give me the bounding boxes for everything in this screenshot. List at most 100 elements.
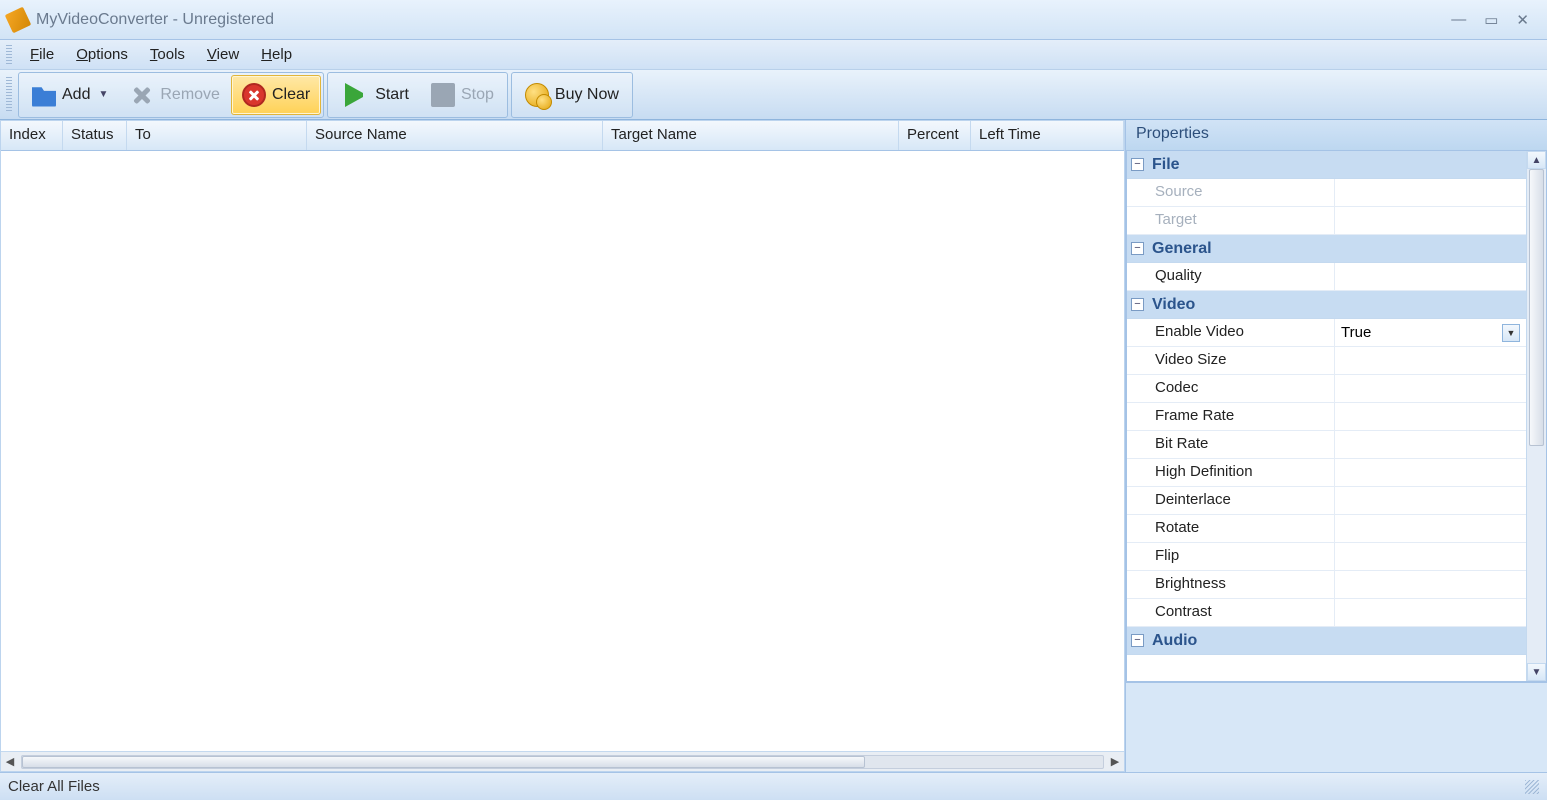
scroll-track[interactable] [1527,169,1546,663]
scroll-thumb[interactable] [1529,169,1544,446]
file-list-pane: Index Status To Source Name Target Name … [0,120,1125,772]
col-status[interactable]: Status [63,121,127,150]
prop-value[interactable] [1335,487,1526,514]
remove-button[interactable]: Remove [119,75,231,115]
prop-label: Codec [1149,375,1335,402]
prop-row-enable-video[interactable]: Enable Video True ▼ [1127,319,1526,347]
prop-value[interactable] [1335,571,1526,598]
prop-value[interactable] [1335,207,1526,234]
folder-icon [32,83,56,107]
menu-tools[interactable]: Tools [140,42,195,67]
prop-label: Flip [1149,543,1335,570]
add-button[interactable]: Add ▼ [21,75,119,115]
start-button[interactable]: Start [330,75,420,115]
category-general[interactable]: − General [1127,235,1526,263]
prop-label: Brightness [1149,571,1335,598]
category-video[interactable]: − Video [1127,291,1526,319]
menu-file[interactable]: File [20,42,64,67]
collapse-icon[interactable]: − [1131,298,1144,311]
prop-value[interactable] [1335,263,1526,290]
toolbar-grip[interactable] [6,77,12,113]
scroll-right-icon[interactable]: ▶ [1106,753,1124,771]
statusbar: Clear All Files [0,772,1547,800]
scroll-up-icon[interactable]: ▲ [1527,151,1546,169]
prop-value[interactable] [1335,347,1526,374]
col-to[interactable]: To [127,121,307,150]
prop-row-codec[interactable]: Codec [1127,375,1526,403]
stop-icon [431,83,455,107]
clear-button[interactable]: Clear [231,75,321,115]
minimize-button[interactable]: — [1451,11,1466,28]
prop-row-video-size[interactable]: Video Size [1127,347,1526,375]
menubar: File Options Tools View Help [0,40,1547,70]
resize-grip-icon[interactable] [1525,780,1539,794]
prop-value[interactable] [1335,431,1526,458]
prop-label: Deinterlace [1149,487,1335,514]
prop-row-high-definition[interactable]: High Definition [1127,459,1526,487]
toolbar: Add ▼ Remove Clear Start Stop Buy Now [0,70,1547,120]
prop-label: High Definition [1149,459,1335,486]
add-label: Add [62,86,90,104]
prop-value[interactable] [1335,179,1526,206]
buy-now-button[interactable]: Buy Now [514,75,630,115]
menu-help[interactable]: Help [251,42,302,67]
coins-icon [525,83,549,107]
dropdown-button[interactable]: ▼ [1502,324,1520,342]
prop-row-target[interactable]: Target [1127,207,1526,235]
window-title: MyVideoConverter - Unregistered [36,11,1451,29]
category-audio-label: Audio [1152,632,1197,650]
menu-options[interactable]: Options [66,42,138,67]
prop-row-rotate[interactable]: Rotate [1127,515,1526,543]
prop-row-frame-rate[interactable]: Frame Rate [1127,403,1526,431]
scroll-thumb[interactable] [22,756,865,768]
col-percent[interactable]: Percent [899,121,971,150]
table-header: Index Status To Source Name Target Name … [1,121,1124,151]
col-target-name[interactable]: Target Name [603,121,899,150]
prop-value[interactable] [1335,515,1526,542]
scroll-left-icon[interactable]: ◀ [1,753,19,771]
close-button[interactable]: ✕ [1516,11,1529,29]
col-source-name[interactable]: Source Name [307,121,603,150]
prop-row-quality[interactable]: Quality [1127,263,1526,291]
category-audio[interactable]: − Audio [1127,627,1526,655]
prop-value[interactable] [1335,403,1526,430]
prop-value[interactable] [1335,375,1526,402]
category-file[interactable]: − File [1127,151,1526,179]
prop-label: Quality [1149,263,1335,290]
prop-row-deinterlace[interactable]: Deinterlace [1127,487,1526,515]
collapse-icon[interactable]: − [1131,634,1144,647]
scroll-track[interactable] [21,755,1104,769]
properties-pane: Properties − File Source Target [1125,120,1547,772]
collapse-icon[interactable]: − [1131,158,1144,171]
play-icon [345,83,369,107]
menu-view[interactable]: View [197,42,249,67]
maximize-button[interactable]: ▭ [1484,11,1498,29]
col-index[interactable]: Index [1,121,63,150]
prop-row-contrast[interactable]: Contrast [1127,599,1526,627]
chevron-down-icon: ▼ [98,89,108,100]
properties-vertical-scrollbar[interactable]: ▲ ▼ [1526,151,1546,681]
category-general-label: General [1152,240,1212,258]
properties-title: Properties [1126,120,1547,150]
prop-row-brightness[interactable]: Brightness [1127,571,1526,599]
collapse-icon[interactable]: − [1131,242,1144,255]
prop-value[interactable] [1335,459,1526,486]
prop-label: Contrast [1149,599,1335,626]
properties-grid: − File Source Target − General [1126,150,1547,682]
table-body[interactable] [1,151,1124,751]
buy-label: Buy Now [555,86,619,104]
prop-value[interactable] [1335,543,1526,570]
prop-label: Target [1149,207,1335,234]
scroll-down-icon[interactable]: ▼ [1527,663,1546,681]
prop-label: Video Size [1149,347,1335,374]
prop-row-source[interactable]: Source [1127,179,1526,207]
prop-row-bit-rate[interactable]: Bit Rate [1127,431,1526,459]
prop-value[interactable] [1335,599,1526,626]
properties-scroll: − File Source Target − General [1127,151,1526,681]
prop-value[interactable]: True ▼ [1335,319,1526,346]
stop-button[interactable]: Stop [420,75,505,115]
col-left-time[interactable]: Left Time [971,121,1124,150]
prop-row-flip[interactable]: Flip [1127,543,1526,571]
horizontal-scrollbar[interactable]: ◀ ▶ [1,751,1124,771]
menubar-grip[interactable] [6,45,12,65]
